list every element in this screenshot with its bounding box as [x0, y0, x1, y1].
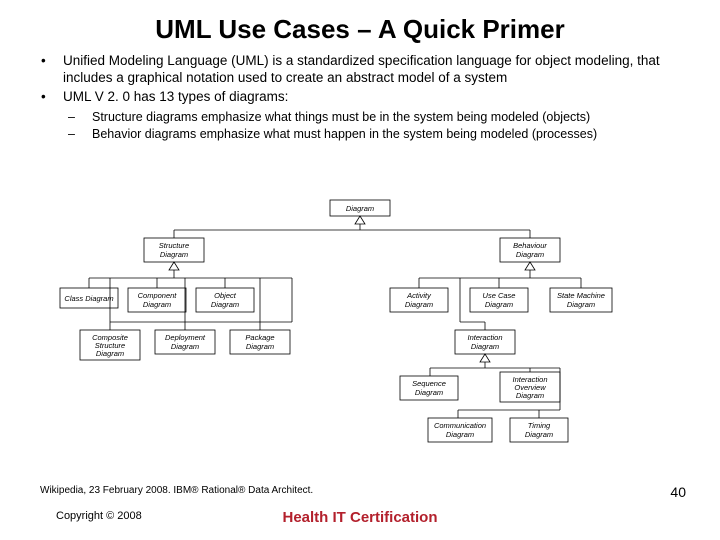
node-activity-l1: Activity	[406, 291, 432, 300]
slide-title: UML Use Cases – A Quick Primer	[0, 0, 720, 53]
node-object-l2: Diagram	[211, 300, 239, 309]
uml-hierarchy-diagram: Diagram Structure Diagram Behaviour Diag…	[60, 200, 660, 480]
node-component-l2: Diagram	[143, 300, 171, 309]
node-package-l1: Package	[245, 333, 274, 342]
node-intoverview-l3: Diagram	[516, 391, 544, 400]
node-sequence-l2: Diagram	[415, 388, 443, 397]
node-activity-l2: Diagram	[405, 300, 433, 309]
sub-bullet-2-text: Behavior diagrams emphasize what must ha…	[92, 127, 597, 141]
node-behavior-l2: Diagram	[516, 250, 544, 259]
bullet-1-text: Unified Modeling Language (UML) is a sta…	[63, 53, 660, 85]
node-communication-l1: Communication	[434, 421, 486, 430]
node-behavior-l1: Behaviour	[513, 241, 547, 250]
node-timing-l1: Timing	[528, 421, 551, 430]
sub-bullet-1-text: Structure diagrams emphasize what things…	[92, 110, 590, 124]
node-usecase-l1: Use Case	[483, 291, 516, 300]
node-interaction-l1: Interaction	[467, 333, 502, 342]
node-package-l2: Diagram	[246, 342, 274, 351]
node-statemachine-l1: State Machine	[557, 291, 605, 300]
bullet-2: •UML V 2. 0 has 13 types of diagrams:	[52, 89, 680, 106]
node-interaction-l2: Diagram	[471, 342, 499, 351]
diagram-svg: Diagram Structure Diagram Behaviour Diag…	[60, 200, 660, 475]
citation: Wikipedia, 23 February 2008. IBM® Ration…	[40, 485, 313, 496]
node-structure-l1: Structure	[159, 241, 189, 250]
node-structure-l2: Diagram	[160, 250, 188, 259]
node-deployment-l2: Diagram	[171, 342, 199, 351]
footer-title: Health IT Certification	[0, 509, 720, 526]
node-component-l1: Component	[138, 291, 178, 300]
sub-bullet-1: –Structure diagrams emphasize what thing…	[80, 110, 680, 126]
node-root: Diagram	[346, 204, 374, 213]
bullet-1: •Unified Modeling Language (UML) is a st…	[52, 53, 680, 87]
node-class: Class Diagram	[64, 294, 113, 303]
bullet-2-text: UML V 2. 0 has 13 types of diagrams:	[63, 89, 288, 104]
node-composite-l3: Diagram	[96, 349, 124, 358]
node-timing-l2: Diagram	[525, 430, 553, 439]
node-statemachine-l2: Diagram	[567, 300, 595, 309]
node-usecase-l2: Diagram	[485, 300, 513, 309]
sub-bullet-2: –Behavior diagrams emphasize what must h…	[80, 127, 680, 143]
bullet-list: •Unified Modeling Language (UML) is a st…	[0, 53, 720, 106]
sub-bullet-list: –Structure diagrams emphasize what thing…	[0, 108, 720, 143]
node-communication-l2: Diagram	[446, 430, 474, 439]
node-object-l1: Object	[214, 291, 237, 300]
node-deployment-l1: Deployment	[165, 333, 206, 342]
node-sequence-l1: Sequence	[412, 379, 446, 388]
page-number: 40	[670, 484, 686, 500]
